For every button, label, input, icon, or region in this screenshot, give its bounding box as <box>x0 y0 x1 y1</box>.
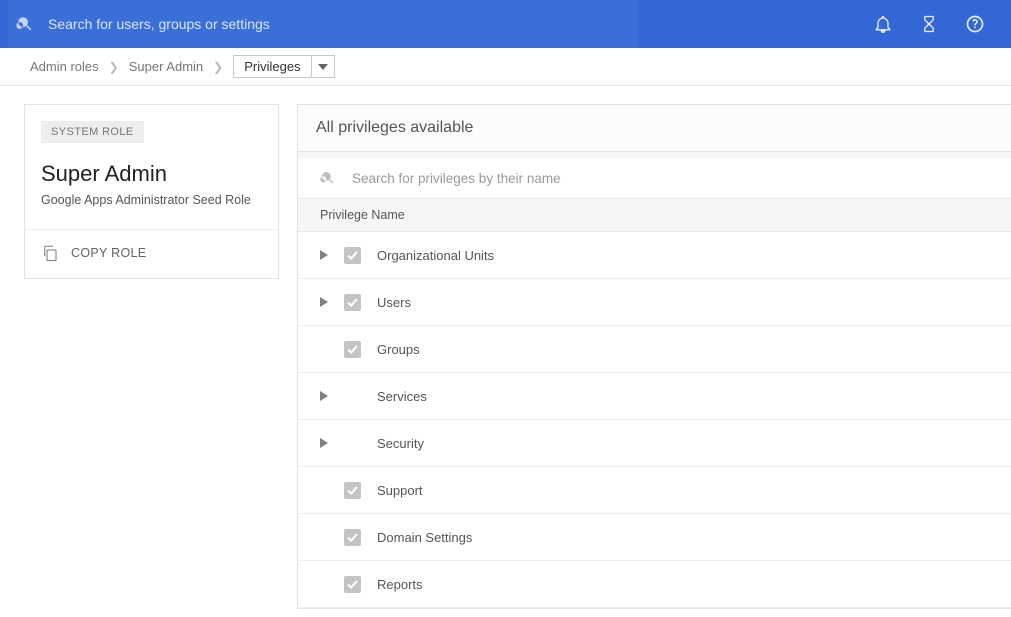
breadcrumb-parent[interactable]: Super Admin <box>129 59 203 74</box>
privilege-label: Security <box>377 436 424 451</box>
privilege-search[interactable] <box>298 158 1011 199</box>
hourglass-icon[interactable] <box>919 14 939 34</box>
privilege-list: Organizational Units Users Groups Services S… <box>298 232 1011 608</box>
privilege-checkbox[interactable] <box>344 482 361 499</box>
privilege-label: Domain Settings <box>377 530 472 545</box>
privilege-row[interactable]: Reports <box>298 561 1011 608</box>
check-icon <box>347 533 358 542</box>
caret-right-icon <box>320 297 328 307</box>
privilege-label: Support <box>377 483 423 498</box>
check-icon <box>347 298 358 307</box>
content-area: SYSTEM ROLE Super Admin Google Apps Admi… <box>0 86 1011 609</box>
privilege-label: Organizational Units <box>377 248 494 263</box>
search-icon <box>320 170 336 186</box>
topbar-actions <box>873 14 1003 34</box>
caret-right-icon <box>320 438 328 448</box>
chevron-right-icon: ❯ <box>109 60 119 74</box>
copy-role-button[interactable]: COPY ROLE <box>41 230 262 278</box>
privilege-checkbox[interactable] <box>344 341 361 358</box>
system-role-badge: SYSTEM ROLE <box>41 121 144 143</box>
privilege-label: Reports <box>377 577 423 592</box>
role-title: Super Admin <box>41 161 262 187</box>
privilege-row[interactable]: Support <box>298 467 1011 514</box>
help-icon[interactable] <box>965 14 985 34</box>
top-bar <box>0 0 1011 48</box>
privilege-checkbox[interactable] <box>344 529 361 546</box>
check-icon <box>347 580 358 589</box>
breadcrumb-root[interactable]: Admin roles <box>30 59 99 74</box>
privilege-row[interactable]: Organizational Units <box>298 232 1011 279</box>
role-subtitle: Google Apps Administrator Seed Role <box>41 193 262 207</box>
privilege-column-header: Privilege Name <box>298 199 1011 232</box>
check-icon <box>347 251 358 260</box>
caret-right-icon <box>320 250 328 260</box>
privilege-row[interactable]: Services <box>298 373 1011 420</box>
caret-down-icon <box>318 64 328 70</box>
privileges-body: Privilege Name Organizational Units Users… <box>298 152 1011 608</box>
privileges-panel: All privileges available Privilege Name … <box>297 104 1011 609</box>
breadcrumb-dropdown[interactable] <box>312 55 335 78</box>
privilege-label: Users <box>377 295 411 310</box>
copy-role-label: COPY ROLE <box>71 246 146 260</box>
global-search[interactable] <box>8 0 638 48</box>
expand-toggle[interactable] <box>320 297 334 307</box>
privilege-search-input[interactable] <box>352 171 752 186</box>
role-card: SYSTEM ROLE Super Admin Google Apps Admi… <box>24 104 279 279</box>
expand-toggle[interactable] <box>320 391 334 401</box>
privilege-label: Services <box>377 389 427 404</box>
privilege-row[interactable]: Domain Settings <box>298 514 1011 561</box>
check-icon <box>347 486 358 495</box>
chevron-right-icon: ❯ <box>213 60 223 74</box>
privilege-checkbox[interactable] <box>344 576 361 593</box>
expand-toggle[interactable] <box>320 250 334 260</box>
bell-icon[interactable] <box>873 14 893 34</box>
privilege-label: Groups <box>377 342 420 357</box>
copy-icon <box>41 244 59 262</box>
privilege-checkbox[interactable] <box>344 247 361 264</box>
privilege-row[interactable]: Security <box>298 420 1011 467</box>
global-search-input[interactable] <box>48 16 548 32</box>
search-icon <box>16 15 34 33</box>
breadcrumb: Admin roles ❯ Super Admin ❯ Privileges <box>0 48 1011 86</box>
privileges-header: All privileges available <box>298 105 1011 152</box>
privilege-row[interactable]: Users <box>298 279 1011 326</box>
privilege-row[interactable]: Groups <box>298 326 1011 373</box>
expand-toggle[interactable] <box>320 438 334 448</box>
caret-right-icon <box>320 391 328 401</box>
privilege-checkbox[interactable] <box>344 294 361 311</box>
check-icon <box>347 345 358 354</box>
breadcrumb-current: Privileges <box>233 55 311 78</box>
